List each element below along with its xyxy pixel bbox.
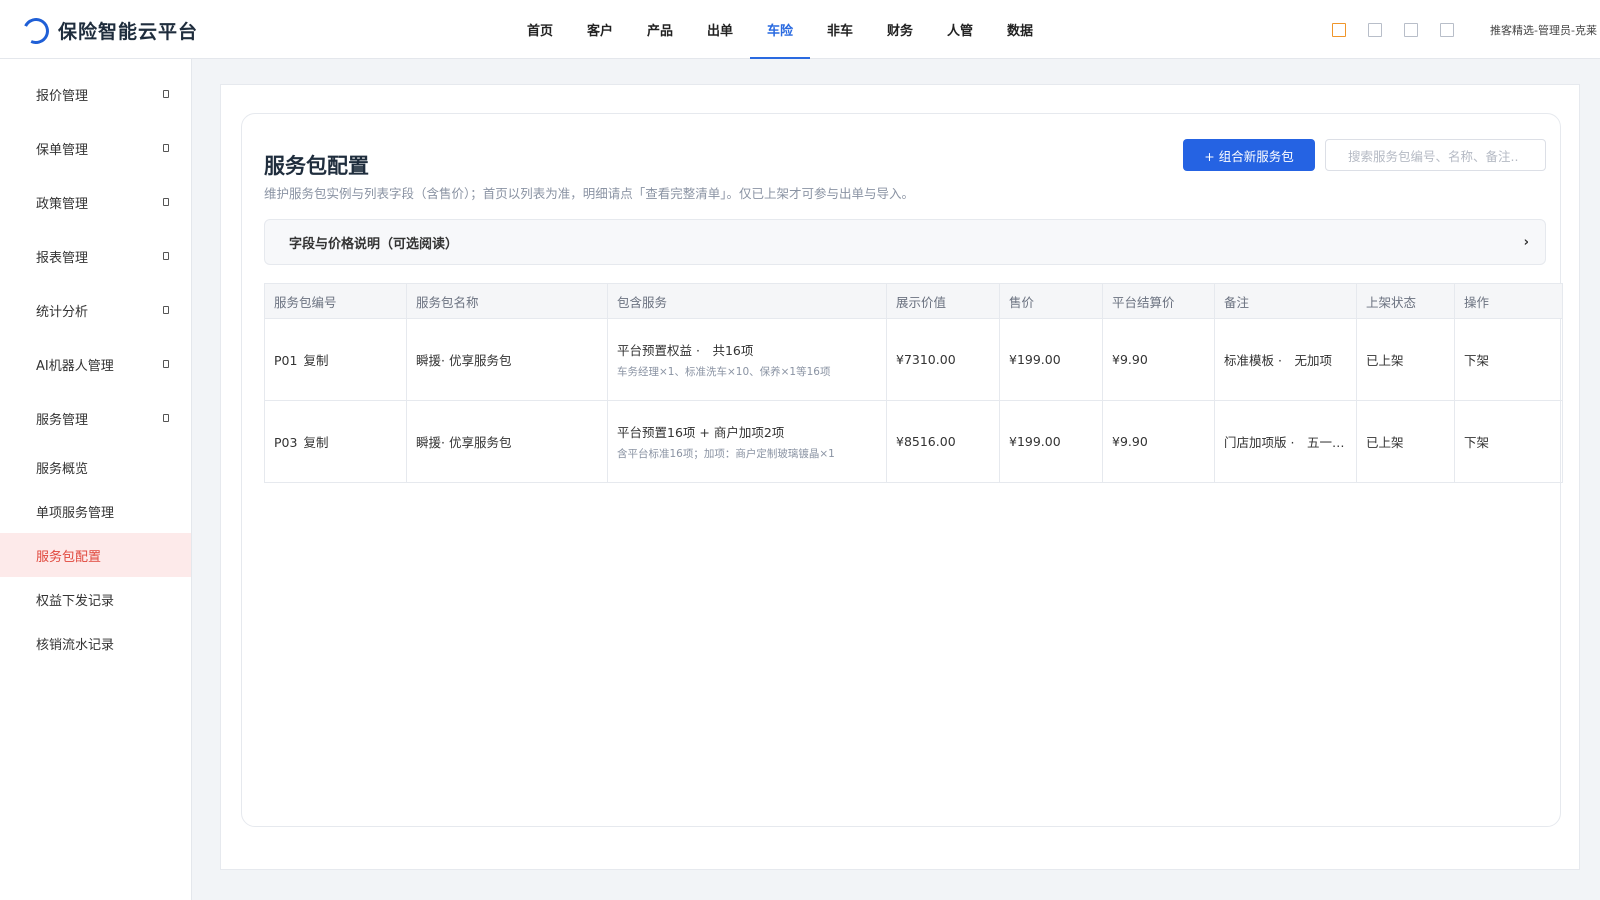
column-header: 售价 [999,283,1103,319]
sidebar: 报价管理 保单管理 政策管理 报表管理 统计分析 AI机器人管理 服务管理 服务… [0,59,192,900]
sidebar-item-label: 保单管理 [36,142,89,158]
nav-item-staff[interactable]: 人管 [930,0,990,59]
nav-item-finance[interactable]: 财务 [870,0,930,59]
sidebar-item-quote[interactable]: 报价管理 [0,67,191,121]
chevron-icon [163,306,169,314]
sidebar-item-services[interactable]: 服务管理 [0,391,191,445]
brand[interactable]: 保险智能云平台 [19,13,199,48]
chevron-icon [163,360,169,368]
cell-settlement[interactable]: ¥9.90 [1102,318,1215,401]
column-header: 平台结算价 [1102,283,1215,319]
cell-code: P01 复制 [264,318,407,401]
cell-settlement[interactable]: ¥9.90 [1102,400,1215,483]
nav-item-data[interactable]: 数据 [990,0,1050,59]
sidebar-item-policy[interactable]: 保单管理 [0,121,191,175]
cell-status: 已上架 [1356,400,1455,483]
toolbar-square-icon-2[interactable] [1368,23,1382,37]
cell-display-value: ¥7310.00 [886,318,1000,401]
field-price-help-collapse[interactable]: 字段与价格说明（可选阅读） › [264,219,1546,265]
chevron-icon [163,144,169,152]
main-panel: 服务包配置 维护服务包实例与列表字段（含售价）；首页以列表为准，明细请点「查看完… [220,84,1580,870]
column-header: 备注 [1214,283,1357,319]
toolbar-square-icon-4[interactable] [1440,23,1454,37]
sidebar-item-label: 报价管理 [36,88,89,104]
cell-display-value: ¥8516.00 [886,400,1000,483]
chevron-icon [163,198,169,206]
chevron-icon [163,414,169,422]
cell-code: P03 复制 [264,400,407,483]
cell-note: 门店加项版 · 五一活... [1214,400,1357,483]
sidebar-sub-overview[interactable]: 服务概览 [0,445,191,489]
column-header: 服务包编号 [264,283,407,319]
services-detail: 含平台标准16项；加项：商户定制玻璃镀晶×1 [617,448,835,460]
delist-action[interactable]: 下架 [1454,318,1563,401]
copy-link[interactable]: 复制 [303,353,328,368]
column-header: 上架状态 [1356,283,1455,319]
delist-action[interactable]: 下架 [1454,400,1563,483]
cell-price: ¥199.00 [999,400,1103,483]
chevron-right-icon: › [1523,234,1529,250]
cell-name: 瞬援· 优享服务包 [406,400,608,483]
column-header: 服务包名称 [406,283,608,319]
nav-item-non-auto[interactable]: 非车 [810,0,870,59]
nav-item-products[interactable]: 产品 [630,0,690,59]
services-summary: 平台预置16项 + 商户加项2项 [617,425,785,440]
user-name[interactable]: 推客精选-管理员-克莱 [1490,22,1600,38]
collapse-label: 字段与价格说明（可选阅读） [289,236,459,252]
sidebar-item-label: 报表管理 [36,250,89,266]
package-code: P01 [274,353,298,368]
cell-name: 瞬援· 优享服务包 [406,318,608,401]
top-bar: 保险智能云平台 首页 客户 产品 出单 车险 非车 财务 人管 数据 推客精选-… [0,0,1600,59]
add-package-button[interactable]: + 组合新服务包 [1183,139,1315,171]
sidebar-sub-single-service[interactable]: 单项服务管理 [0,489,191,533]
toolbar-square-icon-3[interactable] [1404,23,1418,37]
cell-status: 已上架 [1356,318,1455,401]
cell-services: 平台预置权益 · 共16项 车务经理×1、标准洗车×10、保养×1等16项 [607,318,887,401]
sidebar-sub-rights-records[interactable]: 权益下发记录 [0,577,191,621]
sidebar-item-label: 政策管理 [36,196,89,212]
sidebar-item-reports[interactable]: 报表管理 [0,229,191,283]
cell-services: 平台预置16项 + 商户加项2项 含平台标准16项；加项：商户定制玻璃镀晶×1 [607,400,887,483]
app-title: 保险智能云平台 [58,21,199,43]
chevron-icon [163,252,169,260]
nav-item-issuing[interactable]: 出单 [690,0,750,59]
sidebar-item-rules[interactable]: 政策管理 [0,175,191,229]
cell-price: ¥199.00 [999,318,1103,401]
sidebar-item-label: AI机器人管理 [36,358,114,374]
page-title: 服务包配置 [264,154,369,178]
toolbar-icons [1332,23,1476,37]
copy-link[interactable]: 复制 [303,435,328,450]
sidebar-item-ai-bot[interactable]: AI机器人管理 [0,337,191,391]
column-header: 展示价值 [886,283,1000,319]
chevron-icon [163,90,169,98]
services-detail: 车务经理×1、标准洗车×10、保养×1等16项 [617,366,831,378]
nav-item-home[interactable]: 首页 [510,0,570,59]
nav-item-customers[interactable]: 客户 [570,0,630,59]
page-description: 维护服务包实例与列表字段（含售价）；首页以列表为准，明细请点「查看完整清单」。仅… [264,186,915,201]
table-row: P03 复制 瞬援· 优享服务包 平台预置16项 + 商户加项2项 含平台标准16… [264,400,1563,483]
sidebar-item-label: 服务管理 [36,412,89,428]
column-header: 操作 [1454,283,1563,319]
brand-logo-icon [19,13,53,48]
search-input[interactable]: 搜索服务包编号、名称、备注.. [1325,139,1546,171]
content-card: 服务包配置 维护服务包实例与列表字段（含售价）；首页以列表为准，明细请点「查看完… [241,113,1563,827]
nav-item-auto-insurance[interactable]: 车险 [750,0,810,59]
sidebar-sub-writeoff-records[interactable]: 核销流水记录 [0,621,191,665]
sidebar-item-label: 统计分析 [36,304,89,320]
services-summary: 平台预置权益 · 共16项 [617,343,754,358]
table-header-row: 服务包编号 服务包名称 包含服务 展示价值 售价 平台结算价 备注 上架状态 操… [264,283,1563,319]
main-nav: 首页 客户 产品 出单 车险 非车 财务 人管 数据 [510,0,1050,59]
sidebar-item-analytics[interactable]: 统计分析 [0,283,191,337]
cell-note: 标准模板 · 无加项 [1214,318,1357,401]
package-code: P03 [274,435,298,450]
package-table: 服务包编号 服务包名称 包含服务 展示价值 售价 平台结算价 备注 上架状态 操… [264,283,1563,483]
column-header: 包含服务 [607,283,887,319]
table-row: P01 复制 瞬援· 优享服务包 平台预置权益 · 共16项 车务经理×1、标准洗… [264,318,1563,401]
sidebar-sub-package-config[interactable]: 服务包配置 [0,533,191,577]
toolbar-square-icon-1[interactable] [1332,23,1346,37]
